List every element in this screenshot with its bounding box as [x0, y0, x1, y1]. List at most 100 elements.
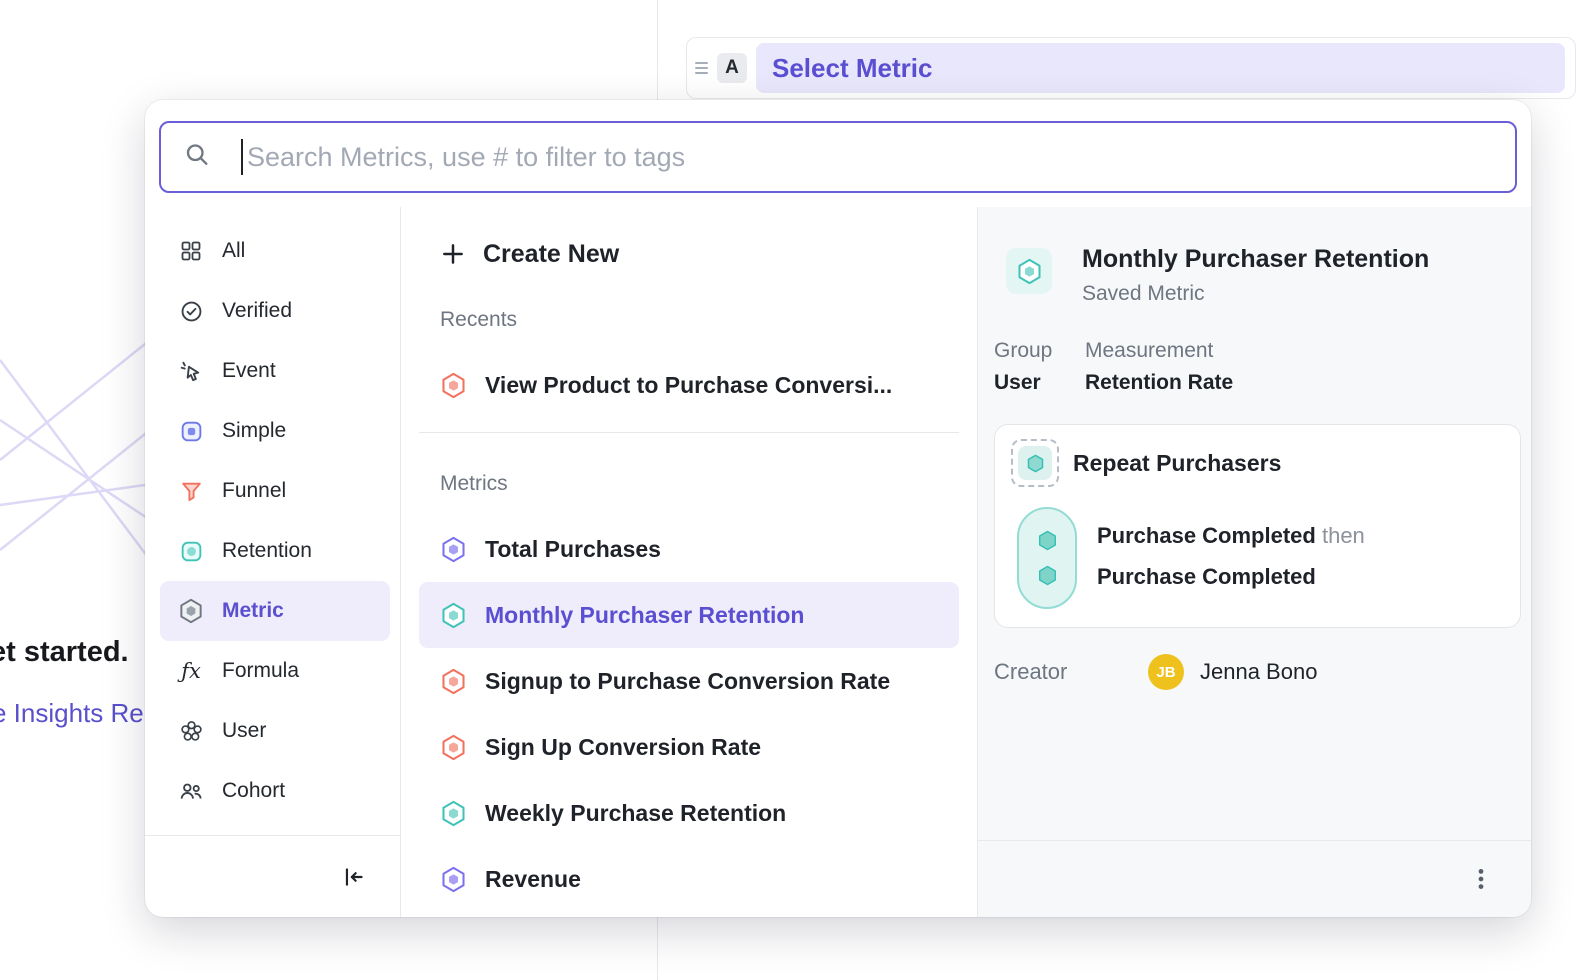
creator-avatar: JB: [1148, 654, 1184, 690]
group-label: Group: [994, 339, 1085, 363]
cohort-definition-icon: [1011, 439, 1059, 487]
metric-list: Total Purchases Monthly Purchaser Retent…: [401, 516, 977, 912]
search-bar: [159, 121, 1517, 193]
metric-item-total-purchases[interactable]: Total Purchases: [419, 516, 959, 582]
verified-badge-icon: [178, 298, 204, 324]
metric-item-label: Signup to Purchase Conversion Rate: [485, 668, 890, 695]
sidebar-item-label: Funnel: [222, 479, 286, 503]
funnel-metric-hexagon-icon: [440, 734, 467, 761]
event-cursor-icon: [178, 358, 204, 384]
drag-handle-icon[interactable]: [695, 62, 708, 74]
search-input[interactable]: [159, 121, 1517, 193]
metric-definition-card: Repeat Purchasers: [994, 424, 1521, 628]
metric-properties: Group User Measurement Retention Rate: [994, 339, 1233, 395]
metric-item-signup-to-purchase[interactable]: Signup to Purchase Conversion Rate: [419, 648, 959, 714]
funnel-metric-hexagon-icon: [440, 372, 467, 399]
user-flower-icon: [178, 718, 204, 744]
sidebar-footer: [145, 835, 400, 917]
filter-sidebar: All Verified: [145, 207, 400, 917]
retention-steps-pill: [1017, 507, 1077, 609]
sidebar-item-formula[interactable]: ƒx Formula: [160, 641, 390, 701]
metric-item-monthly-purchaser-retention[interactable]: Monthly Purchaser Retention: [419, 582, 959, 648]
detail-subtitle: Saved Metric: [1082, 282, 1429, 306]
sidebar-item-label: Retention: [222, 539, 312, 563]
metric-item-label: Monthly Purchaser Retention: [485, 602, 804, 629]
recent-metric-item[interactable]: View Product to Purchase Conversi...: [419, 354, 959, 416]
sidebar-item-label: All: [222, 239, 245, 263]
simple-metric-hexagon-icon: [440, 536, 467, 563]
definition-steps: Purchase Completed then Purchase Complet…: [1017, 507, 1504, 609]
sidebar-item-event[interactable]: Event: [160, 341, 390, 401]
metric-item-label: Revenue: [485, 866, 581, 893]
select-metric-button[interactable]: Select Metric: [756, 43, 1565, 93]
select-metric-label: Select Metric: [772, 53, 932, 84]
creator-label: Creator: [994, 659, 1148, 685]
series-a-badge: A: [717, 53, 747, 83]
metric-detail-panel: Monthly Purchaser Retention Saved Metric…: [978, 207, 1531, 917]
metric-item-label: Total Purchases: [485, 536, 661, 563]
list-divider: [419, 432, 959, 433]
detail-footer: [978, 840, 1531, 917]
funnel-icon: [178, 478, 204, 504]
metric-builder-row: A Select Metric: [686, 37, 1576, 99]
measurement-label: Measurement: [1085, 339, 1233, 363]
text-caret: [241, 139, 243, 175]
create-new-button[interactable]: Create New: [440, 234, 959, 274]
kebab-menu-icon: [1468, 866, 1494, 892]
metrics-header: Metrics: [440, 472, 959, 496]
sidebar-item-label: Metric: [222, 599, 284, 623]
event-hexagon-icon: [1037, 565, 1058, 586]
collapse-sidebar-button[interactable]: [334, 857, 374, 897]
metric-item-label: Weekly Purchase Retention: [485, 800, 786, 827]
sidebar-item-retention[interactable]: Retention: [160, 521, 390, 581]
metric-item-revenue[interactable]: Revenue: [419, 846, 959, 912]
sidebar-item-label: Event: [222, 359, 276, 383]
metric-hexagon-icon: [178, 598, 204, 624]
recents-header: Recents: [440, 308, 959, 332]
metric-list-column: Create New Recents View Product to Purch…: [400, 207, 978, 917]
definition-step-2: Purchase Completed: [1097, 564, 1365, 590]
group-value: User: [994, 371, 1085, 395]
sidebar-item-label: Cohort: [222, 779, 285, 803]
sidebar-item-label: Verified: [222, 299, 292, 323]
sidebar-item-metric[interactable]: Metric: [160, 581, 390, 641]
funnel-metric-hexagon-icon: [440, 668, 467, 695]
insights-report-link[interactable]: e Insights Re: [0, 698, 144, 729]
search-icon: [183, 141, 211, 174]
retention-metric-hexagon-icon: [440, 800, 467, 827]
definition-step-1: Purchase Completed then: [1097, 523, 1365, 549]
formula-icon: ƒx: [178, 658, 204, 684]
simple-icon: [178, 418, 204, 444]
grid-icon: [178, 238, 204, 264]
sidebar-item-all[interactable]: All: [160, 221, 390, 281]
retention-icon: [178, 538, 204, 564]
page: et started. e Insights Re A Select Metri…: [0, 0, 1576, 980]
sidebar-item-label: Formula: [222, 659, 299, 683]
simple-metric-hexagon-icon: [440, 866, 467, 893]
retention-metric-hexagon-icon: [440, 602, 467, 629]
detail-title: Monthly Purchaser Retention: [1082, 244, 1429, 274]
recent-metric-label: View Product to Purchase Conversi...: [485, 372, 892, 399]
metric-item-sign-up-conversion-rate[interactable]: Sign Up Conversion Rate: [419, 714, 959, 780]
sidebar-item-simple[interactable]: Simple: [160, 401, 390, 461]
get-started-text: et started.: [0, 636, 129, 669]
modal-body: All Verified: [145, 207, 1531, 917]
creator-row: Creator JB Jenna Bono: [994, 654, 1515, 690]
sidebar-item-verified[interactable]: Verified: [160, 281, 390, 341]
metric-picker-modal: All Verified: [145, 100, 1531, 917]
measurement-value: Retention Rate: [1085, 371, 1233, 395]
sidebar-item-user[interactable]: User: [160, 701, 390, 761]
sidebar-item-cohort[interactable]: Cohort: [160, 761, 390, 821]
creator-name: Jenna Bono: [1200, 659, 1317, 685]
event-hexagon-icon: [1037, 530, 1058, 551]
sidebar-item-label: User: [222, 719, 266, 743]
sidebar-item-funnel[interactable]: Funnel: [160, 461, 390, 521]
metric-item-weekly-purchase-retention[interactable]: Weekly Purchase Retention: [419, 780, 959, 846]
definition-card-header: Repeat Purchasers: [1011, 439, 1504, 487]
definition-card-title: Repeat Purchasers: [1073, 450, 1281, 477]
cohort-people-icon: [178, 778, 204, 804]
plus-icon: [440, 241, 466, 267]
more-options-button[interactable]: [1461, 859, 1501, 899]
sidebar-item-label: Simple: [222, 419, 286, 443]
create-new-label: Create New: [483, 240, 619, 269]
